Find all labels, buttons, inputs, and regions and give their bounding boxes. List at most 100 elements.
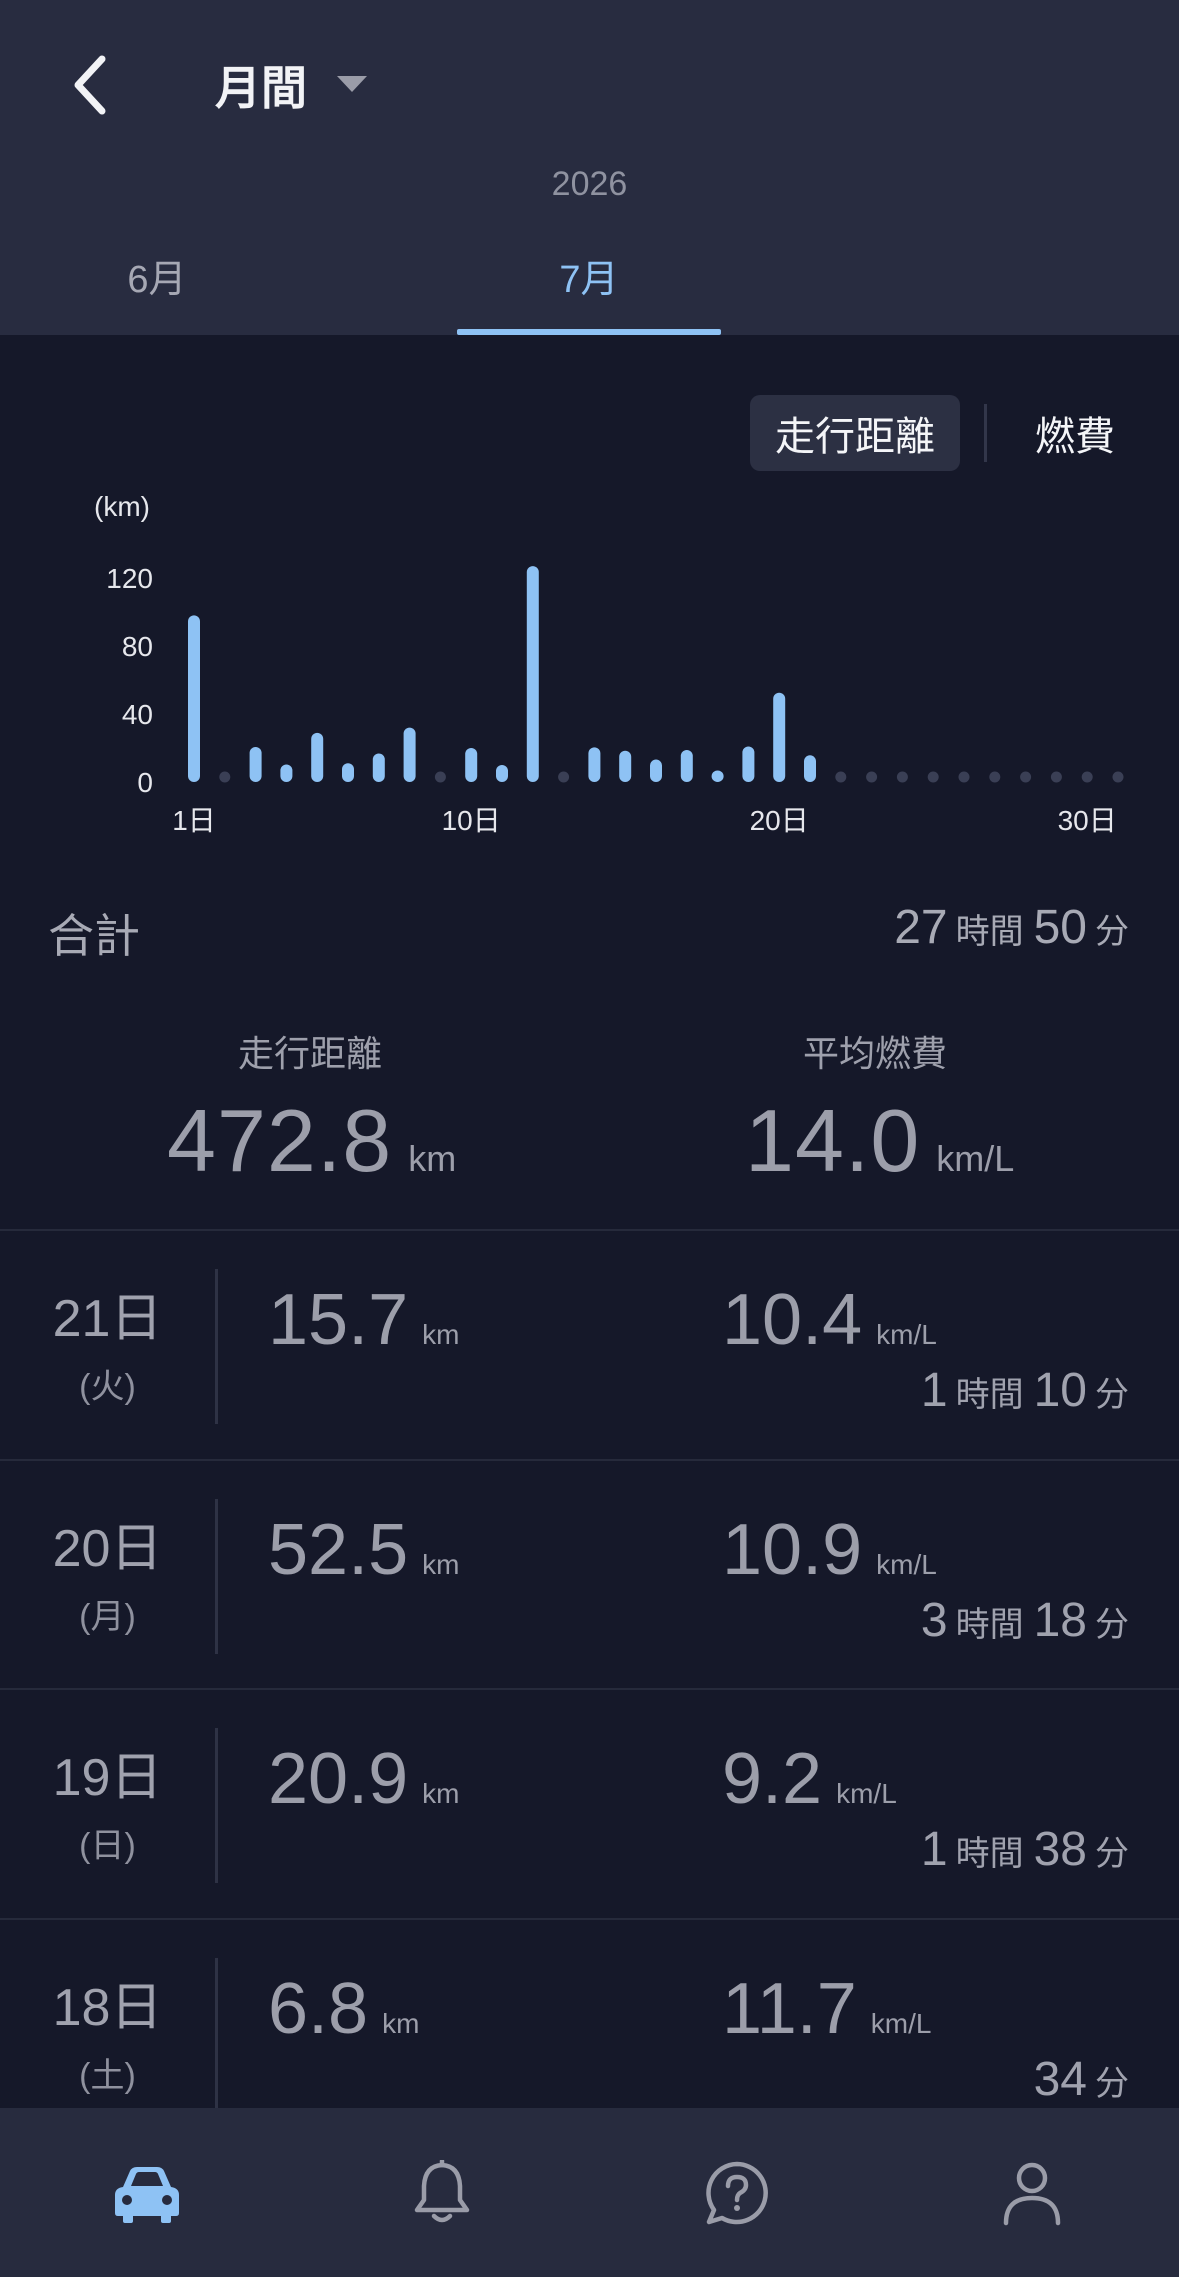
row-weekday: (土)	[79, 2057, 136, 2095]
row-efficiency: 10.4 km/L	[722, 1279, 937, 1361]
total-distance-unit: km	[408, 1138, 457, 1179]
row-distance-unit: km	[422, 1778, 460, 1809]
distance-bar[interactable]	[496, 765, 508, 782]
day-row[interactable]: 21日 (火) 15.7 km 10.4 km/L 1 時間 10 分	[0, 1229, 1179, 1459]
row-distance-value: 52.5	[268, 1510, 409, 1590]
header: 月間 2026 6月 7月	[0, 0, 1179, 335]
distance-bar[interactable]	[742, 746, 755, 782]
distance-bar[interactable]	[680, 750, 693, 782]
row-distance-unit: km	[382, 2008, 420, 2039]
x-tick-label: 30日	[1058, 805, 1117, 836]
distance-bar[interactable]	[650, 759, 662, 782]
no-data-marker	[1081, 771, 1093, 783]
no-data-marker	[866, 771, 878, 783]
y-tick-label: 80	[122, 631, 153, 662]
no-data-marker	[927, 771, 939, 783]
row-distance-value: 20.9	[268, 1739, 409, 1819]
nav-account[interactable]	[977, 2138, 1087, 2248]
row-hours: 1	[920, 1364, 948, 1417]
no-data-marker	[558, 771, 570, 783]
row-hours: 1	[920, 1823, 948, 1876]
distance-toggle-button[interactable]: 走行距離	[750, 395, 960, 471]
row-hours: 3	[920, 1594, 948, 1647]
row-distance-unit: km	[422, 1549, 460, 1580]
nav-help[interactable]	[682, 2138, 792, 2248]
efficiency-toggle-button[interactable]: 燃費	[1010, 395, 1140, 471]
row-hours-unit: 時間	[955, 1835, 1024, 1873]
distance-bar[interactable]	[465, 748, 478, 782]
row-efficiency-value: 10.4	[722, 1280, 863, 1360]
row-distance: 15.7 km	[268, 1279, 459, 1361]
x-tick-label: 1日	[172, 805, 216, 836]
monthly-driving-screen: 月間 2026 6月 7月 走行距離 燃費 (km) 120 80 40 0 1日 10…	[0, 0, 1179, 2277]
row-efficiency-unit: km/L	[870, 2008, 932, 2039]
distance-bar[interactable]	[773, 692, 786, 782]
tab-june[interactable]: 6月	[25, 248, 289, 303]
row-drive-time: 3 時間 18 分	[921, 1593, 1129, 1648]
total-minutes-unit: 分	[1095, 913, 1129, 951]
distance-bar[interactable]	[619, 750, 632, 782]
distance-bar[interactable]	[588, 747, 601, 782]
total-hours-unit: 時間	[955, 913, 1024, 951]
row-divider	[215, 1499, 218, 1654]
distance-bar[interactable]	[804, 755, 816, 782]
distance-bar[interactable]	[249, 746, 262, 782]
row-day: 20日	[52, 1520, 163, 1578]
row-minutes: 18	[1033, 1594, 1087, 1647]
tab-july[interactable]: 7月	[457, 248, 721, 303]
row-efficiency: 11.7 km/L	[722, 1968, 931, 2050]
distance-bar[interactable]	[280, 764, 293, 782]
row-divider	[215, 1958, 218, 2113]
bell-icon	[414, 2160, 470, 2223]
distance-bar[interactable]	[188, 615, 200, 782]
row-efficiency-value: 10.9	[722, 1510, 863, 1590]
no-data-marker	[1112, 771, 1124, 783]
no-data-marker	[835, 771, 847, 783]
period-label: 月間	[215, 62, 307, 114]
row-weekday: (月)	[79, 1598, 136, 1636]
average-efficiency-value: 14.0	[745, 1091, 921, 1190]
no-data-marker	[1050, 771, 1062, 783]
distance-bar[interactable]	[526, 566, 539, 782]
day-row[interactable]: 19日 (日) 20.9 km 9.2 km/L 1 時間 38 分	[0, 1688, 1179, 1918]
back-chevron-icon	[74, 55, 106, 115]
row-date: 19日 (日)	[0, 1748, 215, 1867]
distance-bar[interactable]	[403, 727, 416, 782]
row-date: 21日 (火)	[0, 1289, 215, 1408]
y-tick-label: 0	[137, 767, 153, 798]
row-minutes-unit: 分	[1095, 1376, 1129, 1414]
no-data-marker	[219, 771, 231, 783]
no-data-marker	[958, 771, 970, 783]
y-axis-unit-label: (km)	[94, 491, 150, 522]
average-efficiency-unit: km/L	[936, 1138, 1015, 1179]
period-dropdown[interactable]: 月間	[215, 50, 367, 120]
y-tick-label: 120	[106, 563, 153, 594]
profile-icon	[1003, 2162, 1061, 2226]
row-day: 18日	[52, 1979, 163, 2037]
row-drive-time: 1 時間 38 分	[921, 1822, 1129, 1877]
distance-bar[interactable]	[311, 732, 324, 782]
no-data-marker	[896, 771, 908, 783]
no-data-marker	[434, 771, 446, 783]
average-efficiency: 14.0 km/L	[745, 1090, 1014, 1192]
nav-notifications[interactable]	[387, 2138, 497, 2248]
row-hours-unit: 時間	[955, 1606, 1024, 1644]
distance-bar[interactable]	[342, 763, 354, 782]
back-button[interactable]	[50, 40, 130, 130]
row-minutes-unit: 分	[1095, 2065, 1129, 2103]
total-time: 27 時間 50 分	[894, 900, 1129, 955]
active-tab-indicator	[457, 329, 721, 335]
row-efficiency-value: 11.7	[722, 1969, 857, 2049]
row-day: 21日	[52, 1290, 163, 1348]
caret-down-icon	[337, 76, 367, 92]
day-row[interactable]: 20日 (月) 52.5 km 10.9 km/L 3 時間 18 分	[0, 1459, 1179, 1689]
daily-distance-chart: (km) 120 80 40 0 1日 10日 20日 30日	[94, 491, 1124, 836]
distance-bar[interactable]	[711, 770, 724, 782]
row-divider	[215, 1728, 218, 1883]
distance-bar[interactable]	[372, 753, 385, 782]
row-minutes-unit: 分	[1095, 1835, 1129, 1873]
row-hours-unit: 時間	[955, 1376, 1024, 1414]
row-efficiency: 10.9 km/L	[722, 1509, 937, 1591]
row-efficiency-unit: km/L	[876, 1549, 937, 1580]
nav-drive[interactable]	[92, 2138, 202, 2248]
